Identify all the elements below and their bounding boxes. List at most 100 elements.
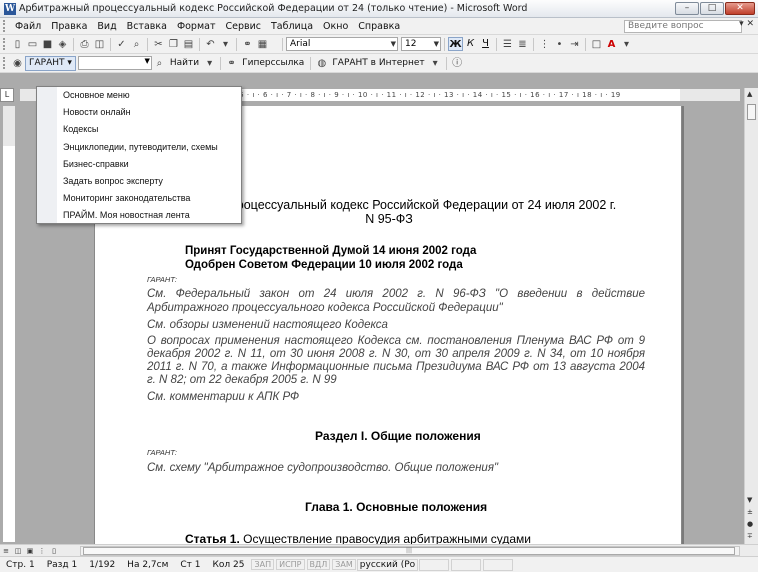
scroll-up-icon[interactable]: ▲ bbox=[747, 90, 752, 98]
garant-menu-item-codes[interactable]: Кодексы bbox=[37, 121, 241, 138]
menu-grip[interactable] bbox=[3, 20, 6, 32]
reading-view-icon[interactable]: ▯ bbox=[49, 546, 59, 556]
new-document-icon[interactable]: ▯ bbox=[11, 38, 24, 51]
status-language[interactable]: русский (Ро bbox=[356, 558, 419, 571]
undo-dropdown-icon[interactable]: ▾ bbox=[219, 38, 232, 51]
menu-view[interactable]: Вид bbox=[92, 21, 121, 32]
chevron-down-icon[interactable]: ▼ bbox=[391, 38, 396, 50]
garant-menu-item-prime[interactable]: ПРАЙМ. Моя новостная лента bbox=[37, 207, 241, 224]
underline-button[interactable]: Ч bbox=[478, 37, 493, 51]
menu-insert[interactable]: Вставка bbox=[122, 21, 172, 32]
research-icon[interactable]: ⌕ bbox=[130, 38, 143, 51]
vertical-scrollbar[interactable]: ▲ ▼ ± ● ∓ bbox=[744, 88, 758, 544]
font-name-field[interactable]: Arial ▼ bbox=[286, 37, 398, 51]
normal-view-icon[interactable]: ≡ bbox=[1, 546, 11, 556]
info-icon[interactable]: ⓘ bbox=[451, 57, 464, 70]
maximize-button[interactable]: □ bbox=[700, 2, 724, 15]
hyperlink-chain-icon[interactable]: ⚭ bbox=[225, 57, 238, 70]
status-rec[interactable]: ЗАП bbox=[251, 559, 275, 570]
indent-icon[interactable]: ⇥ bbox=[568, 38, 581, 51]
doc-note-comments[interactable]: См. комментарии к АПК РФ bbox=[147, 391, 299, 403]
tab-selector[interactable]: L bbox=[0, 88, 14, 102]
garant-menu-button[interactable]: ГАРАНТ ▾ bbox=[25, 55, 76, 71]
hscroll-thumb[interactable]: ||| bbox=[83, 547, 735, 555]
close-button[interactable]: ✕ bbox=[725, 2, 755, 15]
status-column[interactable]: Кол 25 bbox=[207, 560, 251, 570]
scroll-down-icon[interactable]: ▼ bbox=[747, 496, 752, 504]
doc-note-scheme[interactable]: См. схему "Арбитражное судопроизводство.… bbox=[147, 462, 498, 474]
italic-button[interactable]: К bbox=[463, 37, 478, 51]
print-icon[interactable]: ⎙ bbox=[78, 38, 91, 51]
garant-menu-item-encyclopedias[interactable]: Энциклопедии, путеводители, схемы bbox=[37, 139, 241, 156]
menu-file[interactable]: Файл bbox=[10, 21, 46, 32]
align-left-icon[interactable]: ☰ bbox=[501, 38, 514, 51]
vertical-ruler[interactable] bbox=[3, 106, 15, 542]
menu-edit[interactable]: Правка bbox=[46, 21, 92, 32]
status-spelling-box[interactable] bbox=[419, 558, 450, 571]
garant-menu-item-business[interactable]: Бизнес-справки bbox=[37, 156, 241, 173]
garant-menu-item-ask-expert[interactable]: Задать вопрос эксперту bbox=[37, 173, 241, 190]
garant-menu-item-monitoring[interactable]: Мониторинг законодательства bbox=[37, 190, 241, 207]
word-app-icon[interactable]: W bbox=[4, 2, 16, 15]
minimize-button[interactable]: – bbox=[675, 2, 699, 15]
menu-format[interactable]: Формат bbox=[172, 21, 221, 32]
open-folder-icon[interactable]: ▭ bbox=[26, 38, 39, 51]
doc-note-plenum[interactable]: О вопросах применения настоящего Кодекса… bbox=[147, 335, 645, 387]
status-position[interactable]: На 2,7см bbox=[121, 560, 174, 570]
garant-internet-button[interactable]: ГАРАНТ в Интернет bbox=[329, 58, 427, 68]
menu-table[interactable]: Таблица bbox=[266, 21, 318, 32]
help-close-icon[interactable]: ▾ ✕ bbox=[739, 19, 754, 29]
chevron-down-icon[interactable]: ▼ bbox=[434, 38, 439, 50]
garant-menu-item-main[interactable]: Основное меню bbox=[37, 87, 241, 104]
prev-page-icon[interactable]: ± bbox=[747, 508, 753, 516]
cut-icon[interactable]: ✂ bbox=[152, 38, 165, 51]
status-ovr[interactable]: ЗАМ bbox=[332, 559, 356, 570]
web-view-icon[interactable]: ◫ bbox=[13, 546, 23, 556]
font-size-field[interactable]: 12 ▼ bbox=[401, 37, 441, 51]
horizontal-scrollbar[interactable]: ||| bbox=[80, 546, 740, 556]
menu-tools[interactable]: Сервис bbox=[220, 21, 266, 32]
border-icon[interactable]: □ bbox=[590, 38, 603, 51]
outline-view-icon[interactable]: ⋮ bbox=[37, 546, 47, 556]
bullets-icon[interactable]: • bbox=[553, 38, 566, 51]
hyperlink-icon[interactable]: ⚭ bbox=[241, 38, 254, 51]
bold-button[interactable]: Ж bbox=[448, 37, 463, 51]
status-ext[interactable]: ВДЛ bbox=[306, 559, 331, 570]
doc-note-reviews[interactable]: См. обзоры изменений настоящего Кодекса bbox=[147, 319, 388, 331]
doc-note-law[interactable]: См. Федеральный закон от 24 июля 2002 г.… bbox=[147, 287, 645, 315]
internet-dropdown-icon[interactable]: ▾ bbox=[429, 57, 442, 70]
print-layout-icon[interactable]: ▣ bbox=[25, 546, 35, 556]
chevron-down-icon[interactable]: ▼ bbox=[145, 57, 150, 65]
spelling-icon[interactable]: ✓ bbox=[115, 38, 128, 51]
menu-window[interactable]: Окно bbox=[318, 21, 353, 32]
status-line[interactable]: Ст 1 bbox=[174, 560, 206, 570]
find-button[interactable]: Найти bbox=[167, 58, 202, 68]
status-section[interactable]: Разд 1 bbox=[41, 560, 84, 570]
numbering-icon[interactable]: ⋮ bbox=[538, 38, 551, 51]
next-page-icon[interactable]: ∓ bbox=[747, 532, 753, 540]
garant-menu-item-news[interactable]: Новости онлайн bbox=[37, 104, 241, 121]
permission-icon[interactable]: ◈ bbox=[56, 38, 69, 51]
save-icon[interactable]: ■ bbox=[41, 38, 54, 51]
font-color-dropdown-icon[interactable]: ▾ bbox=[620, 38, 633, 51]
find-icon[interactable]: ⌕ bbox=[153, 57, 166, 70]
status-trk[interactable]: ИСПР bbox=[276, 559, 305, 570]
status-page[interactable]: Стр. 1 bbox=[0, 560, 41, 570]
paste-icon[interactable]: ▤ bbox=[182, 38, 195, 51]
toolbar-grip[interactable] bbox=[3, 57, 6, 69]
garant-search-combo[interactable]: ▼ bbox=[77, 56, 152, 70]
select-browse-object-icon[interactable]: ● bbox=[747, 520, 753, 528]
globe-icon[interactable]: ◍ bbox=[315, 57, 328, 70]
print-preview-icon[interactable]: ◫ bbox=[93, 38, 106, 51]
font-color-icon[interactable]: A bbox=[605, 38, 618, 51]
find-dropdown-icon[interactable]: ▾ bbox=[203, 57, 216, 70]
justify-icon[interactable]: ≣ bbox=[516, 38, 529, 51]
toolbar-grip[interactable] bbox=[3, 38, 6, 50]
menu-help[interactable]: Справка bbox=[353, 21, 405, 32]
table-icon[interactable]: ▦ bbox=[256, 38, 269, 51]
scroll-thumb[interactable] bbox=[747, 104, 756, 120]
status-pages[interactable]: 1/192 bbox=[83, 560, 121, 570]
hyperlink-button[interactable]: Гиперссылка bbox=[239, 58, 307, 68]
copy-icon[interactable]: ❐ bbox=[167, 38, 180, 51]
help-question-input[interactable]: Введите вопрос bbox=[624, 20, 742, 33]
